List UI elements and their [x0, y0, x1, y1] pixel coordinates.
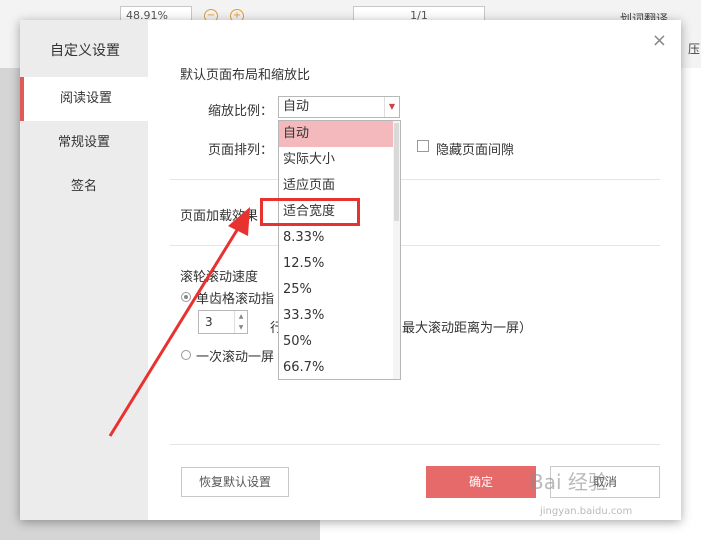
annotation-arrow — [108, 207, 250, 437]
watermark-text: Bai 经验 — [530, 470, 608, 494]
arrow-head — [228, 207, 250, 236]
watermark: Bai 经验 jingyan.baidu.com — [530, 466, 680, 536]
arrow-shaft — [108, 221, 244, 437]
watermark-sub: jingyan.baidu.com — [540, 506, 633, 517]
